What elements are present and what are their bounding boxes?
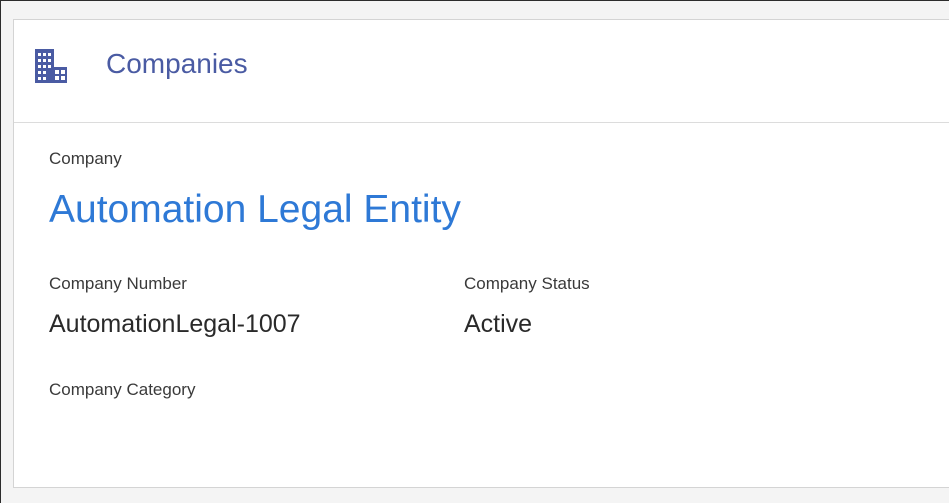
company-label: Company (49, 149, 122, 168)
card-title: Companies (106, 48, 248, 79)
companies-card: Companies Company Automation Legal Entit… (13, 19, 949, 488)
company-status-label: Company Status (464, 274, 590, 293)
company-number-value: AutomationLegal-1007 (49, 310, 301, 338)
card-header: Companies (14, 20, 949, 123)
building-icon (35, 45, 67, 87)
company-status-value: Active (464, 310, 533, 338)
screenshot-frame: Companies Company Automation Legal Entit… (0, 0, 949, 503)
company-name-link[interactable]: Automation Legal Entity (49, 186, 461, 234)
company-number-label: Company Number (49, 274, 187, 293)
company-category-label: Company Category (49, 380, 196, 399)
